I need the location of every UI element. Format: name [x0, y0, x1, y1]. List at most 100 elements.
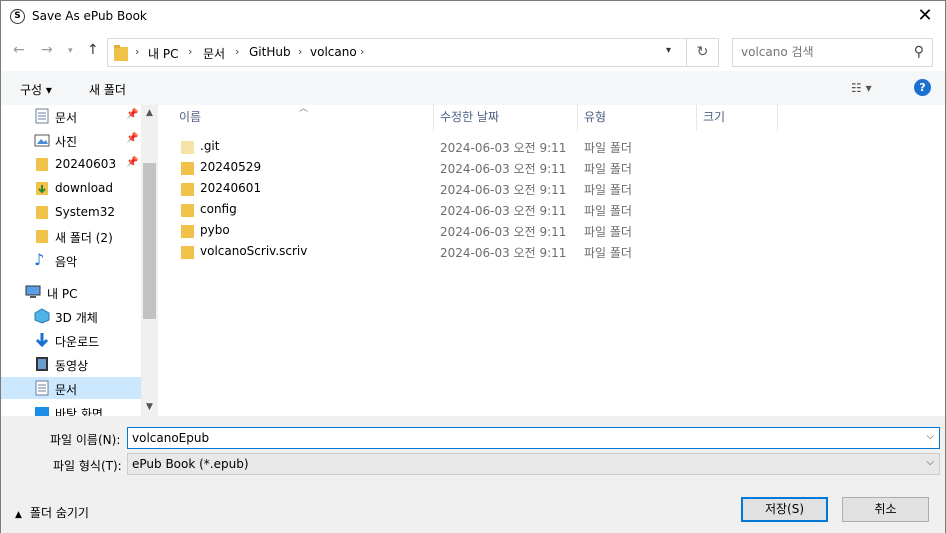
app-icon: S [10, 9, 25, 24]
sidebar-item-download[interactable]: download [1, 177, 141, 199]
sidebar-item-my-pc[interactable]: 내 PC [1, 281, 141, 303]
filename-field[interactable] [132, 431, 912, 445]
sidebar-item-label: 새 폴더 (2) [55, 231, 113, 245]
hide-folders-toggle[interactable]: ▲ 폴더 숨기기 [15, 504, 89, 521]
sidebar-item-3d-objects[interactable]: 3D 개체 [1, 305, 141, 327]
file-date: 2024-06-03 오전 9:11 [440, 225, 567, 239]
desktop-icon [35, 407, 49, 416]
sidebar-item-system32[interactable]: System32 [1, 201, 141, 223]
pin-icon[interactable]: 📌 [126, 157, 138, 168]
sidebar-item-documents-quick[interactable]: 문서 📌 [1, 105, 141, 127]
sidebar-item-documents[interactable]: 문서 [1, 377, 141, 399]
breadcrumb-my-pc[interactable]: 내 PC [148, 45, 178, 62]
folder-icon [36, 230, 48, 243]
forward-arrow-icon[interactable]: → [41, 42, 53, 58]
chevron-right-icon[interactable]: › [188, 45, 192, 58]
breadcrumb-github[interactable]: GitHub [249, 45, 291, 59]
save-options-panel: 파일 이름(N): ⌵ 파일 형식(T): ePub Book (*.epub)… [1, 416, 945, 533]
video-icon [36, 357, 48, 371]
file-row[interactable]: .git 2024-06-03 오전 9:11 파일 폴더 [177, 136, 647, 157]
folder-icon [114, 45, 128, 61]
breadcrumb-documents[interactable]: 문서 [203, 45, 225, 62]
sidebar-scrollbar[interactable]: ▲ ▼ [141, 105, 158, 416]
file-name: 20240601 [200, 181, 262, 195]
filename-label: 파일 이름(N): [50, 433, 121, 447]
help-icon[interactable]: ? [914, 79, 931, 96]
folder-icon [36, 158, 48, 171]
chevron-down-icon[interactable]: ▾ [666, 45, 671, 56]
file-row[interactable]: 20240529 2024-06-03 오전 9:11 파일 폴더 [177, 157, 647, 178]
file-date: 2024-06-03 오전 9:11 [440, 141, 567, 155]
cancel-button[interactable]: 취소 [842, 497, 929, 522]
sidebar-item-label: 문서 [55, 111, 78, 125]
command-bar: 구성 ▾ 새 폴더 ☷ ▾ ? [1, 71, 945, 105]
filename-combobox[interactable]: ⌵ [127, 427, 940, 449]
column-header-name[interactable]: 이름 [173, 105, 434, 131]
close-icon[interactable]: ✕ [913, 5, 937, 27]
scrollbar-thumb[interactable] [143, 163, 156, 319]
pin-icon[interactable]: 📌 [126, 133, 138, 144]
chevron-right-icon[interactable]: › [360, 45, 364, 58]
file-name: config [200, 202, 237, 216]
sidebar-item-desktop[interactable]: 바탕 화면 [1, 401, 141, 416]
filetype-value: ePub Book (*.epub) [132, 457, 249, 471]
sidebar-item-label: 동영상 [55, 359, 89, 373]
view-options-icon[interactable]: ☷ ▾ [851, 81, 872, 95]
refresh-icon[interactable]: ↻ [687, 38, 719, 67]
file-type: 파일 폴더 [584, 162, 632, 176]
search-box[interactable]: ⚲ [732, 38, 933, 67]
file-row[interactable]: pybo 2024-06-03 오전 9:11 파일 폴더 [177, 220, 647, 241]
back-arrow-icon[interactable]: ← [13, 42, 25, 58]
sidebar-item-downloads[interactable]: 다운로드 [1, 329, 141, 351]
chevron-right-icon[interactable]: › [235, 45, 239, 58]
sidebar-item-music[interactable]: ♪ 음악 [1, 249, 141, 271]
breadcrumb-volcano[interactable]: volcano [310, 45, 357, 59]
window-title: Save As ePub Book [32, 9, 147, 23]
file-row[interactable]: config 2024-06-03 오전 9:11 파일 폴더 [177, 199, 647, 220]
filetype-label: 파일 형식(T): [53, 459, 122, 473]
music-icon: ♪ [34, 250, 45, 269]
recent-locations-chevron-icon[interactable]: ▾ [68, 46, 73, 56]
navigation-pane: 문서 📌 사진 📌 20240603 📌 download System32 새… [1, 105, 159, 416]
file-type: 파일 폴더 [584, 141, 632, 155]
column-header-date[interactable]: 수정한 날짜 [434, 105, 578, 131]
search-icon[interactable]: ⚲ [914, 44, 924, 60]
filetype-select[interactable]: ePub Book (*.epub) ⌵ [127, 453, 940, 475]
search-input[interactable] [741, 45, 901, 59]
chevron-down-icon[interactable]: ▼ [141, 399, 158, 416]
sidebar-item-videos[interactable]: 동영상 [1, 353, 141, 375]
file-date: 2024-06-03 오전 9:11 [440, 204, 567, 218]
navigation-bar: ← → ▾ ↑ › 내 PC › 문서 › GitHub › volcano ›… [1, 32, 945, 70]
sidebar-item-label: System32 [55, 205, 116, 219]
folder-icon [181, 141, 194, 154]
sidebar-item-20240603[interactable]: 20240603 📌 [1, 153, 141, 175]
chevron-right-icon[interactable]: › [298, 45, 302, 58]
file-row[interactable]: 20240601 2024-06-03 오전 9:11 파일 폴더 [177, 178, 647, 199]
file-name: 20240529 [200, 160, 262, 174]
file-list: ︿ 이름 수정한 날짜 유형 크기 .git 2024-06-03 오전 9:1… [159, 104, 945, 416]
folder-icon [181, 246, 194, 259]
file-name: .git [200, 139, 220, 153]
pin-icon[interactable]: 📌 [126, 109, 138, 120]
document-icon [35, 108, 49, 124]
title-bar: S Save As ePub Book ✕ [1, 1, 945, 32]
sidebar-item-new-folder-2[interactable]: 새 폴더 (2) [1, 225, 141, 247]
new-folder-button[interactable]: 새 폴더 [89, 81, 126, 98]
chevron-down-icon[interactable]: ⌵ [926, 457, 934, 468]
organize-menu[interactable]: 구성 ▾ [20, 81, 52, 98]
chevron-up-icon[interactable]: ▲ [141, 105, 158, 122]
column-header-type[interactable]: 유형 [578, 105, 697, 131]
sidebar-item-pictures[interactable]: 사진 📌 [1, 129, 141, 151]
file-name: pybo [200, 223, 230, 237]
address-bar[interactable]: › 내 PC › 문서 › GitHub › volcano › ▾ [107, 38, 687, 67]
up-arrow-icon[interactable]: ↑ [87, 42, 99, 58]
folder-icon [181, 183, 194, 196]
3d-objects-icon [34, 308, 50, 324]
save-button[interactable]: 저장(S) [741, 497, 828, 522]
hide-folders-label: 폴더 숨기기 [29, 506, 89, 520]
chevron-down-icon[interactable]: ⌵ [926, 431, 934, 442]
chevron-up-icon: ▲ [15, 510, 22, 520]
chevron-right-icon[interactable]: › [135, 45, 139, 58]
file-row[interactable]: volcanoScriv.scriv 2024-06-03 오전 9:11 파일… [177, 241, 647, 262]
column-header-size[interactable]: 크기 [697, 105, 778, 131]
